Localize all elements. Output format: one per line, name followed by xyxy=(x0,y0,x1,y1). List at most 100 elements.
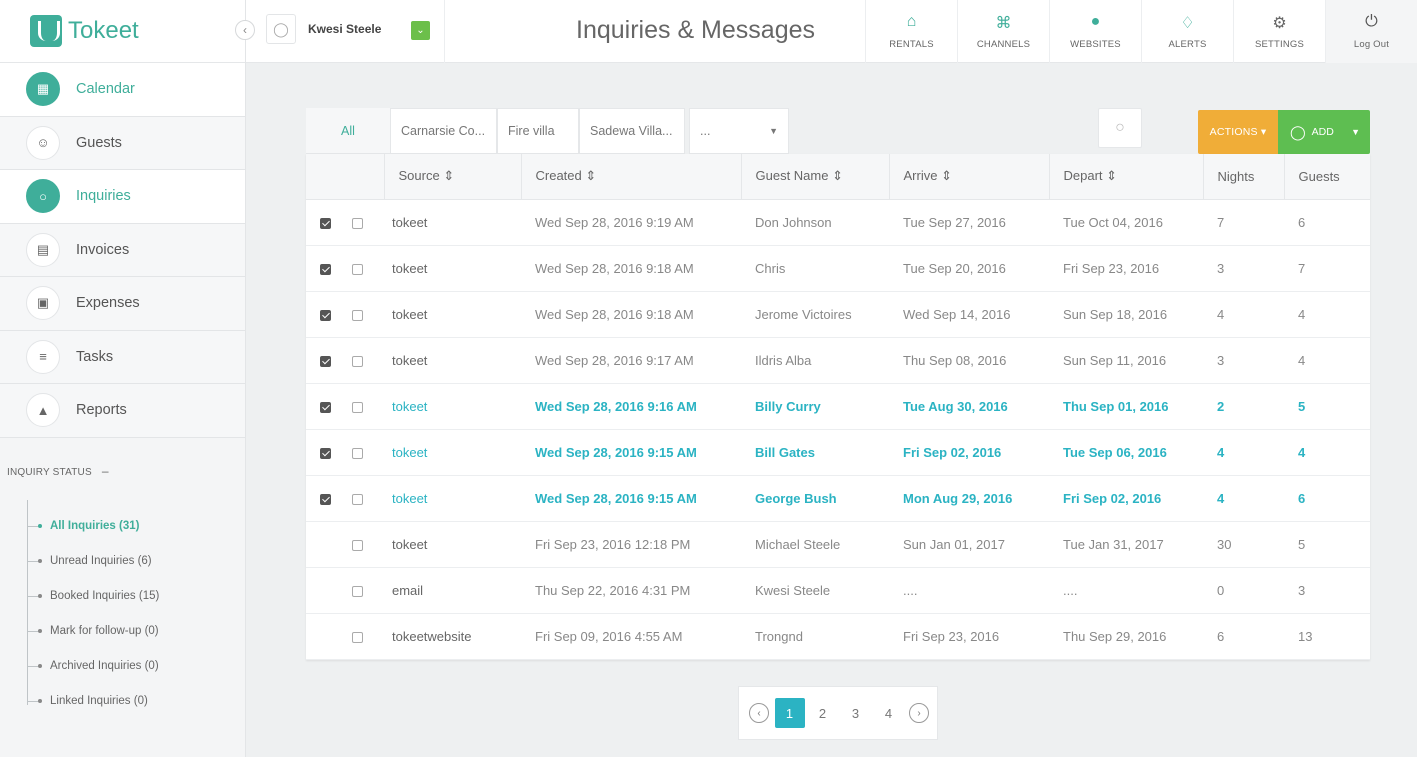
calendar-icon: ▦ xyxy=(26,72,60,107)
cell-source: tokeet xyxy=(384,475,521,522)
table-row[interactable]: tokeetwebsite Fri Sep 09, 2016 4:55 AM Tro… xyxy=(306,613,1370,660)
page-4-button[interactable]: 4 xyxy=(874,698,904,728)
column-header-created[interactable]: Created ⇕ xyxy=(521,154,742,200)
row-checkbox[interactable] xyxy=(352,355,363,367)
page-2-button[interactable]: 2 xyxy=(808,698,838,728)
row-checkbox[interactable] xyxy=(352,539,363,551)
cell-depart: Tue Jan 31, 2017 xyxy=(1049,521,1203,568)
sidebar-item-invoices[interactable]: ▤ Invoices xyxy=(0,223,245,277)
topnav-settings[interactable]: ⚙ SETTINGS xyxy=(1233,0,1325,63)
column-header-arrive[interactable]: Arrive ⇕ xyxy=(889,154,1050,200)
sidebar-item-expenses[interactable]: ▣ Expenses xyxy=(0,277,245,331)
table-row[interactable]: tokeet Wed Sep 28, 2016 9:19 AM Don Johnso… xyxy=(306,199,1370,246)
status-filter-item[interactable]: Linked Inquiries (0) xyxy=(28,693,148,709)
sidebar-item-label: Inquiries xyxy=(76,188,131,205)
cell-guests: 6 xyxy=(1284,475,1370,522)
tab-rental-fire-villa[interactable]: Fire villa xyxy=(497,108,579,154)
row-checkbox[interactable] xyxy=(352,217,363,229)
row-checked-checkbox[interactable] xyxy=(320,217,331,229)
table-row[interactable]: tokeet Wed Sep 28, 2016 9:18 AM Jerome Vic… xyxy=(306,291,1370,338)
sidebar-item-inquiries[interactable]: ○ Inquiries xyxy=(0,170,245,224)
table-row[interactable]: tokeet Wed Sep 28, 2016 9:17 AM Ildris Alb… xyxy=(306,337,1370,384)
status-filter-item[interactable]: Booked Inquiries (15) xyxy=(28,588,159,604)
topnav-websites[interactable]: ● WEBSITES xyxy=(1049,0,1141,63)
table-row[interactable]: tokeet Wed Sep 28, 2016 9:16 AM Billy Curr… xyxy=(306,383,1370,430)
status-filter-item[interactable]: Mark for follow-up (0) xyxy=(28,623,159,639)
users-icon: ☺ xyxy=(26,125,60,160)
topnav-log-out[interactable]: ⏻ Log Out xyxy=(1325,0,1417,63)
table-header-row: Source ⇕ Created ⇕ Guest Name ⇕ Arrive ⇕… xyxy=(306,154,1370,200)
cell-source: tokeet xyxy=(384,383,521,430)
cell-depart: .... xyxy=(1049,567,1203,614)
collapse-status-toggle[interactable]: – xyxy=(102,464,109,478)
add-label: ADD xyxy=(1311,126,1334,138)
row-select-cell xyxy=(306,337,384,384)
cell-depart: Fri Sep 23, 2016 xyxy=(1049,245,1203,292)
column-header-source[interactable]: Source ⇕ xyxy=(384,154,522,200)
row-checkbox[interactable] xyxy=(352,401,363,413)
sidebar-item-tasks[interactable]: ≡ Tasks xyxy=(0,330,245,384)
row-checked-checkbox[interactable] xyxy=(320,493,331,505)
column-header-depart[interactable]: Depart ⇕ xyxy=(1049,154,1204,200)
row-select-cell xyxy=(306,613,384,660)
previous-page-icon[interactable]: ‹ xyxy=(749,703,769,723)
table-row[interactable]: tokeet Wed Sep 28, 2016 9:15 AM George Bus… xyxy=(306,475,1370,522)
page-3-button[interactable]: 3 xyxy=(841,698,871,728)
status-filter-item[interactable]: Unread Inquiries (6) xyxy=(28,553,152,569)
row-checkbox[interactable] xyxy=(352,263,363,275)
row-checked-checkbox[interactable] xyxy=(320,309,331,321)
row-checkbox[interactable] xyxy=(352,585,363,597)
caret-down-icon: ▾ xyxy=(1260,126,1267,138)
user-menu[interactable]: ◯ Kwesi Steele xyxy=(266,14,381,44)
bullet-icon xyxy=(38,559,42,563)
sidebar-item-label: Invoices xyxy=(76,241,130,258)
sidebar-item-reports[interactable]: ▲ Reports xyxy=(0,384,245,438)
status-filter-item[interactable]: Archived Inquiries (0) xyxy=(28,658,159,674)
cell-created: Fri Sep 09, 2016 4:55 AM xyxy=(521,613,741,660)
row-checkbox[interactable] xyxy=(352,447,363,459)
table-row[interactable]: tokeet Wed Sep 28, 2016 9:18 AM Chris Tue S… xyxy=(306,245,1370,292)
top-header: ◯ Kwesi Steele ⌄ Inquiries & Messages ⌂ R… xyxy=(246,0,1417,63)
topnav-alerts[interactable]: ♢ ALERTS xyxy=(1141,0,1233,63)
tokeet-logo-icon xyxy=(30,15,62,47)
power-icon: ⏻ xyxy=(1365,13,1378,30)
add-button[interactable]: ◯ ADD ▼ xyxy=(1278,110,1370,154)
column-header-guest-name[interactable]: Guest Name ⇕ xyxy=(741,154,890,200)
user-dropdown-button[interactable]: ⌄ xyxy=(411,21,430,40)
column-label: Arrive xyxy=(903,168,938,184)
row-checked-checkbox[interactable] xyxy=(320,401,331,413)
more-rentals-select[interactable]: ... ▼ xyxy=(689,108,789,154)
column-header-guests: Guests xyxy=(1284,154,1370,200)
cell-nights: 2 xyxy=(1203,383,1284,430)
page-1-button[interactable]: 1 xyxy=(774,698,805,728)
select-column-header xyxy=(306,154,385,200)
table-row[interactable]: tokeet Wed Sep 28, 2016 9:15 AM Bill Gates… xyxy=(306,429,1370,476)
sort-icon: ⇕ xyxy=(443,168,455,184)
cell-source: tokeet xyxy=(384,291,521,338)
next-page-icon[interactable]: › xyxy=(909,703,929,723)
add-dropdown-icon[interactable]: ▼ xyxy=(1351,127,1360,137)
status-filter-item[interactable]: All Inquiries (31) xyxy=(28,518,139,534)
tab-rental-carnarsie[interactable]: Carnarsie Co... xyxy=(390,108,497,154)
row-checkbox[interactable] xyxy=(352,309,363,321)
globe-icon: ● xyxy=(1090,13,1101,30)
actions-button[interactable]: ACTIONS ▾ xyxy=(1198,110,1278,154)
status-filter-label: Unread Inquiries (6) xyxy=(50,555,152,567)
row-select-cell xyxy=(306,429,384,476)
row-checked-checkbox[interactable] xyxy=(320,447,331,459)
search-button[interactable]: ○ xyxy=(1098,108,1142,148)
row-checked-checkbox[interactable] xyxy=(320,263,331,275)
row-checked-checkbox[interactable] xyxy=(320,355,331,367)
tab-rental-sadewa[interactable]: Sadewa Villa... xyxy=(579,108,685,154)
row-checkbox[interactable] xyxy=(352,631,363,643)
app-logo[interactable]: Tokeet ‹ xyxy=(0,0,255,63)
table-row[interactable]: tokeet Fri Sep 23, 2016 12:18 PM Michael S… xyxy=(306,521,1370,568)
topnav-channels[interactable]: ⌘ CHANNELS xyxy=(957,0,1049,63)
sidebar-item-calendar[interactable]: ▦ Calendar xyxy=(0,63,245,117)
collapse-sidebar-button[interactable]: ‹ xyxy=(235,20,255,40)
row-checkbox[interactable] xyxy=(352,493,363,505)
tab-all[interactable]: All xyxy=(306,108,390,154)
topnav-rentals[interactable]: ⌂ RENTALS xyxy=(865,0,957,63)
sidebar-item-guests[interactable]: ☺ Guests xyxy=(0,116,245,170)
table-row[interactable]: email Thu Sep 22, 2016 4:31 PM Kwesi Steel… xyxy=(306,567,1370,614)
